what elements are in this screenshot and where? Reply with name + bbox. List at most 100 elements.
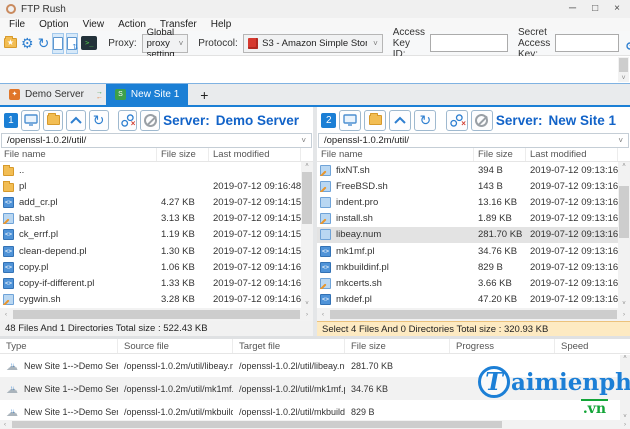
scroll-up-icon[interactable]: ˄ xyxy=(618,163,630,169)
vertical-scrollbar[interactable]: ˄ ˅ xyxy=(618,162,630,308)
file-list: fixNT.sh394 B2019-07-12 09:13:16FreeBSD.… xyxy=(317,162,618,308)
scroll-thumb[interactable] xyxy=(13,310,300,319)
file-row[interactable]: <>mkdef.pl47.20 KB2019-07-12 09:13:16 xyxy=(317,292,618,308)
scroll-up-icon[interactable]: ˄ xyxy=(620,355,630,361)
column-progress[interactable]: Progress xyxy=(450,339,555,353)
refresh-list-button[interactable]: ↻ xyxy=(89,110,109,131)
refresh-list-button[interactable]: ↻ xyxy=(414,110,436,131)
file-row[interactable]: libeay.num281.70 KB2019-07-12 09:13:16 xyxy=(317,227,618,243)
secret-key-input[interactable] xyxy=(555,34,619,52)
transfer-document-button[interactable]: ⇅ xyxy=(66,33,78,54)
menu-item-file[interactable]: File xyxy=(2,19,32,30)
scroll-up-icon[interactable]: ˄ xyxy=(301,163,313,169)
path-bar[interactable]: /openssl-1.0.2l/util/ ˅ xyxy=(1,133,312,148)
abort-button[interactable] xyxy=(471,110,493,131)
scroll-right-icon[interactable]: › xyxy=(618,312,630,318)
disconnect-button[interactable]: × xyxy=(446,110,468,131)
file-row[interactable]: pl2019-07-12 09:16:48 xyxy=(0,178,301,194)
scroll-left-icon[interactable]: ‹ xyxy=(0,422,10,428)
swap-panels-icon[interactable]: →← xyxy=(93,84,106,105)
file-row[interactable]: <>copy-if-different.pl1.33 KB2019-07-12 … xyxy=(0,275,301,291)
column-type[interactable]: Type xyxy=(0,339,118,353)
scroll-down-icon[interactable]: ˅ xyxy=(618,75,629,82)
file-row[interactable]: fixNT.sh394 B2019-07-12 09:13:16 xyxy=(317,162,618,178)
scroll-down-icon[interactable]: ˅ xyxy=(618,301,630,307)
terminal-button[interactable]: >_ xyxy=(80,33,98,54)
last-modified-cell: 2019-07-12 09:13:16 xyxy=(526,294,618,305)
file-row[interactable]: <>mk1mf.pl34.76 KB2019-07-12 09:13:16 xyxy=(317,243,618,259)
file-row[interactable]: <>copy.pl1.06 KB2019-07-12 09:14:16 xyxy=(0,259,301,275)
vertical-scrollbar[interactable]: ˄ ˅ xyxy=(620,355,630,420)
open-folder-button[interactable] xyxy=(43,110,63,131)
tab-demo-server[interactable]: ✦Demo Server xyxy=(0,84,93,105)
column-file-size[interactable]: File size xyxy=(345,339,450,353)
file-row[interactable]: mkcerts.sh3.66 KB2019-07-12 09:13:16 xyxy=(317,275,618,291)
scroll-down-icon[interactable]: ˅ xyxy=(620,414,630,420)
vertical-scrollbar[interactable]: ˄ ˅ xyxy=(301,162,313,308)
protocol-dropdown[interactable]: S3 - Amazon Simple Stora ˅ xyxy=(243,34,383,53)
column-speed[interactable]: Speed xyxy=(555,339,630,353)
menu-item-option[interactable]: Option xyxy=(32,19,75,30)
file-row[interactable]: <>ck_errf.pl1.19 KB2019-07-12 09:14:15 xyxy=(0,227,301,243)
column-file-size[interactable]: File size xyxy=(157,148,209,161)
file-row[interactable]: <>mkbuildinf.pl829 B2019-07-12 09:13:16 xyxy=(317,259,618,275)
file-row[interactable]: indent.pro13.16 KB2019-07-12 09:13:16 xyxy=(317,194,618,210)
minimize-button[interactable]: ─ xyxy=(569,0,576,18)
file-row[interactable]: <>add_cr.pl4.27 KB2019-07-12 09:14:15 xyxy=(0,194,301,210)
column-target-file[interactable]: Target file xyxy=(233,339,345,353)
horizontal-scrollbar[interactable]: ‹ › xyxy=(0,420,630,429)
scroll-down-icon[interactable]: ˅ xyxy=(301,301,313,307)
connect-button[interactable] xyxy=(625,33,630,54)
last-modified-cell: 2019-07-12 09:13:16 xyxy=(526,213,618,224)
scroll-left-icon[interactable]: ‹ xyxy=(0,312,12,318)
scroll-thumb[interactable] xyxy=(619,186,629,238)
new-document-button[interactable] xyxy=(52,33,64,54)
scroll-thumb[interactable] xyxy=(330,310,617,319)
settings-button[interactable]: ⚙ xyxy=(20,33,35,54)
column-file-name[interactable]: File name xyxy=(317,148,474,161)
open-folder-button[interactable] xyxy=(364,110,386,131)
scroll-right-icon[interactable]: › xyxy=(301,312,313,318)
file-row[interactable]: <>clean-depend.pl1.30 KB2019-07-12 09:14… xyxy=(0,243,301,259)
queue-row[interactable]: ☁↑↓New Site 1-->Demo Server/openssl-1.0.… xyxy=(0,354,630,377)
close-button[interactable]: × xyxy=(614,0,620,18)
column-file-size[interactable]: File size xyxy=(474,148,526,161)
file-row[interactable]: FreeBSD.sh143 B2019-07-12 09:13:16 xyxy=(317,178,618,194)
file-name-cell: bat.sh xyxy=(0,213,157,224)
file-name-cell: <>mkbuildinf.pl xyxy=(317,262,474,273)
log-scrollbar[interactable]: ˅ xyxy=(618,57,629,82)
column-file-name[interactable]: File name xyxy=(0,148,157,161)
scroll-thumb[interactable] xyxy=(12,421,502,428)
column-source-file[interactable]: Source file xyxy=(118,339,233,353)
queue-row[interactable]: ☁↑↓New Site 1-->Demo Server/openssl-1.0.… xyxy=(0,400,630,420)
queue-row[interactable]: ☁↑↓New Site 1-->Demo Server/openssl-1.0.… xyxy=(0,377,630,400)
proxy-dropdown[interactable]: Global proxy setting ˅ xyxy=(142,34,189,53)
refresh-icon: ↻ xyxy=(38,36,50,50)
abort-button[interactable] xyxy=(140,110,160,131)
access-key-input[interactable] xyxy=(430,34,508,52)
local-browser-button[interactable] xyxy=(339,110,361,131)
scroll-left-icon[interactable]: ‹ xyxy=(317,312,329,318)
parent-directory-button[interactable] xyxy=(66,110,86,131)
column-last-modified[interactable]: Last modified xyxy=(209,148,301,161)
parent-directory-button[interactable] xyxy=(389,110,411,131)
disconnect-button[interactable]: × xyxy=(118,110,138,131)
menu-item-help[interactable]: Help xyxy=(204,19,239,30)
horizontal-scrollbar[interactable]: ‹ › xyxy=(0,308,313,321)
path-bar[interactable]: /openssl-1.0.2m/util/ ˅ xyxy=(318,133,629,148)
new-tab-button[interactable]: + xyxy=(188,84,220,105)
favorites-button[interactable]: ★ xyxy=(3,33,18,54)
scroll-thumb[interactable] xyxy=(302,172,312,224)
tab-new-site-1[interactable]: SNew Site 1 xyxy=(106,84,188,105)
horizontal-scrollbar[interactable]: ‹ › xyxy=(317,308,630,321)
file-row[interactable]: bat.sh3.13 KB2019-07-12 09:14:15 xyxy=(0,211,301,227)
file-row[interactable]: cygwin.sh3.28 KB2019-07-12 09:14:16 xyxy=(0,292,301,308)
local-browser-button[interactable] xyxy=(21,110,41,131)
scroll-right-icon[interactable]: › xyxy=(620,422,630,428)
column-last-modified[interactable]: Last modified xyxy=(526,148,618,161)
file-row[interactable]: install.sh1.89 KB2019-07-12 09:13:16 xyxy=(317,211,618,227)
maximize-button[interactable]: □ xyxy=(592,0,598,18)
file-row[interactable]: .. xyxy=(0,162,301,178)
menu-item-view[interactable]: View xyxy=(76,19,112,30)
refresh-button[interactable]: ↻ xyxy=(37,33,51,54)
